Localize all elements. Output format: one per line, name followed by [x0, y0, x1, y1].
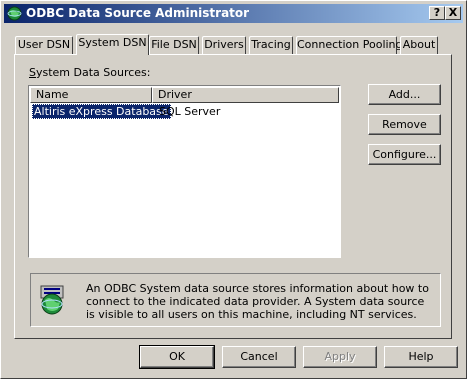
- column-header-driver[interactable]: Driver: [152, 87, 339, 103]
- list-item-name[interactable]: Altiris eXpress Database: [32, 104, 171, 119]
- data-sources-list[interactable]: Name Driver Altiris eXpress Database SQL…: [28, 85, 341, 258]
- tab-connection-pooling[interactable]: Connection Pooling: [296, 36, 403, 54]
- configure-button[interactable]: Configure...: [368, 144, 441, 165]
- column-header-name[interactable]: Name: [30, 87, 152, 103]
- remove-button[interactable]: Remove: [368, 114, 441, 135]
- odbc-globe-icon: [7, 6, 22, 21]
- list-item-driver: SQL Server: [159, 105, 221, 118]
- help-button-label: Help: [408, 350, 434, 363]
- tab-about[interactable]: About: [400, 36, 438, 54]
- configure-button-label: Configure...: [372, 148, 437, 161]
- tab-drivers[interactable]: Drivers: [202, 36, 246, 54]
- cancel-button[interactable]: Cancel: [222, 346, 296, 368]
- tab-system-dsn[interactable]: System DSN: [76, 34, 149, 55]
- add-button[interactable]: Add...: [368, 84, 441, 105]
- apply-button-label: Apply: [324, 350, 356, 363]
- ok-button[interactable]: OK: [139, 345, 215, 369]
- close-button[interactable]: X: [445, 6, 461, 20]
- list-item[interactable]: Altiris eXpress Database SQL Server: [30, 104, 339, 119]
- window-title: ODBC Data Source Administrator: [26, 6, 250, 20]
- help-title-button[interactable]: ?: [429, 6, 445, 20]
- tab-user-dsn[interactable]: User DSN: [15, 36, 73, 54]
- help-button[interactable]: Help: [384, 346, 458, 368]
- dialog-window: ODBC Data Source Administrator ? X User …: [0, 0, 467, 379]
- info-description: An ODBC System data source stores inform…: [86, 282, 429, 321]
- ok-button-label: OK: [169, 350, 185, 363]
- info-box: An ODBC System data source stores inform…: [30, 273, 441, 327]
- cancel-button-label: Cancel: [240, 350, 278, 363]
- add-button-label: Add...: [388, 88, 421, 101]
- tab-tracing[interactable]: Tracing: [249, 36, 293, 54]
- apply-button: Apply: [303, 346, 377, 368]
- tab-file-dsn[interactable]: File DSN: [149, 36, 199, 54]
- remove-button-label: Remove: [382, 118, 427, 131]
- list-header: Name Driver: [30, 87, 339, 103]
- title-bar[interactable]: ODBC Data Source Administrator ? X: [4, 4, 463, 23]
- database-globe-icon: [40, 285, 64, 315]
